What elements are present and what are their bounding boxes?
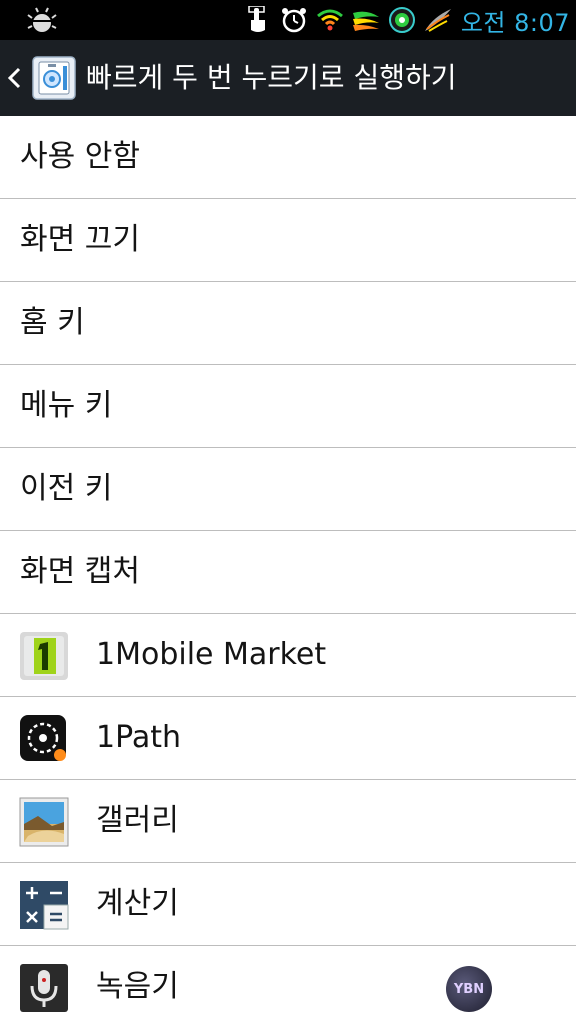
1mobile-market-icon — [20, 632, 68, 680]
list-item-calculator[interactable]: 계산기 — [0, 863, 576, 946]
wifi-icon — [315, 5, 345, 35]
bug-icon — [27, 7, 57, 32]
list-item-label: 메뉴 키 — [20, 388, 113, 423]
list-item-label: 사용 안함 — [20, 139, 140, 174]
list-item-disable[interactable]: 사용 안함 — [0, 116, 576, 199]
list-item-label: 계산기 — [96, 886, 179, 921]
screen-title: 빠르게 두 번 누르기로 실행하기 — [86, 61, 457, 94]
1path-icon — [20, 715, 66, 761]
list-item-label: 이전 키 — [20, 471, 113, 506]
badge-icon — [387, 5, 417, 35]
list-item-label: 갤러리 — [96, 803, 179, 838]
list-item-screen-off[interactable]: 화면 끄기 — [0, 199, 576, 282]
touch-icon — [243, 5, 273, 35]
voice-recorder-icon — [20, 964, 68, 1012]
list-item-gallery[interactable]: 갤러리 — [0, 780, 576, 863]
clock-time: 오전 8:07 — [460, 8, 570, 37]
list-item-home-key[interactable]: 홈 키 — [0, 282, 576, 365]
wing-icon — [351, 5, 381, 35]
list-item-screen-capture[interactable]: 화면 캡처 — [0, 531, 576, 614]
action-bar: 빠르게 두 번 누르기로 실행하기 — [0, 40, 576, 116]
status-bar: 오전 8:07 — [0, 0, 576, 40]
app-icon[interactable] — [30, 54, 78, 102]
feather-icon — [423, 5, 453, 35]
list-item-1path[interactable]: 1Path — [0, 697, 576, 780]
list-item-menu-key[interactable]: 메뉴 키 — [0, 365, 576, 448]
list-item-label: 화면 끄기 — [20, 222, 140, 257]
list-item-label: 화면 캡처 — [20, 554, 140, 589]
back-chevron-icon[interactable] — [6, 66, 22, 90]
list-item-label: 녹음기 — [96, 969, 179, 1004]
list-item-label: 홈 키 — [20, 305, 85, 340]
option-list: 사용 안함 화면 끄기 홈 키 메뉴 키 이전 키 화면 캡처 1Mobile … — [0, 116, 576, 1028]
list-item-back-key[interactable]: 이전 키 — [0, 448, 576, 531]
alarm-icon — [279, 5, 309, 35]
list-item-1mobile-market[interactable]: 1Mobile Market — [0, 614, 576, 697]
calculator-icon — [20, 881, 69, 930]
gallery-icon — [19, 797, 69, 847]
list-item-label: 1Mobile Market — [96, 637, 327, 672]
watermark-text: YBN — [453, 981, 485, 997]
list-item-label: 1Path — [96, 720, 181, 755]
watermark-logo: YBN — [446, 966, 492, 1012]
